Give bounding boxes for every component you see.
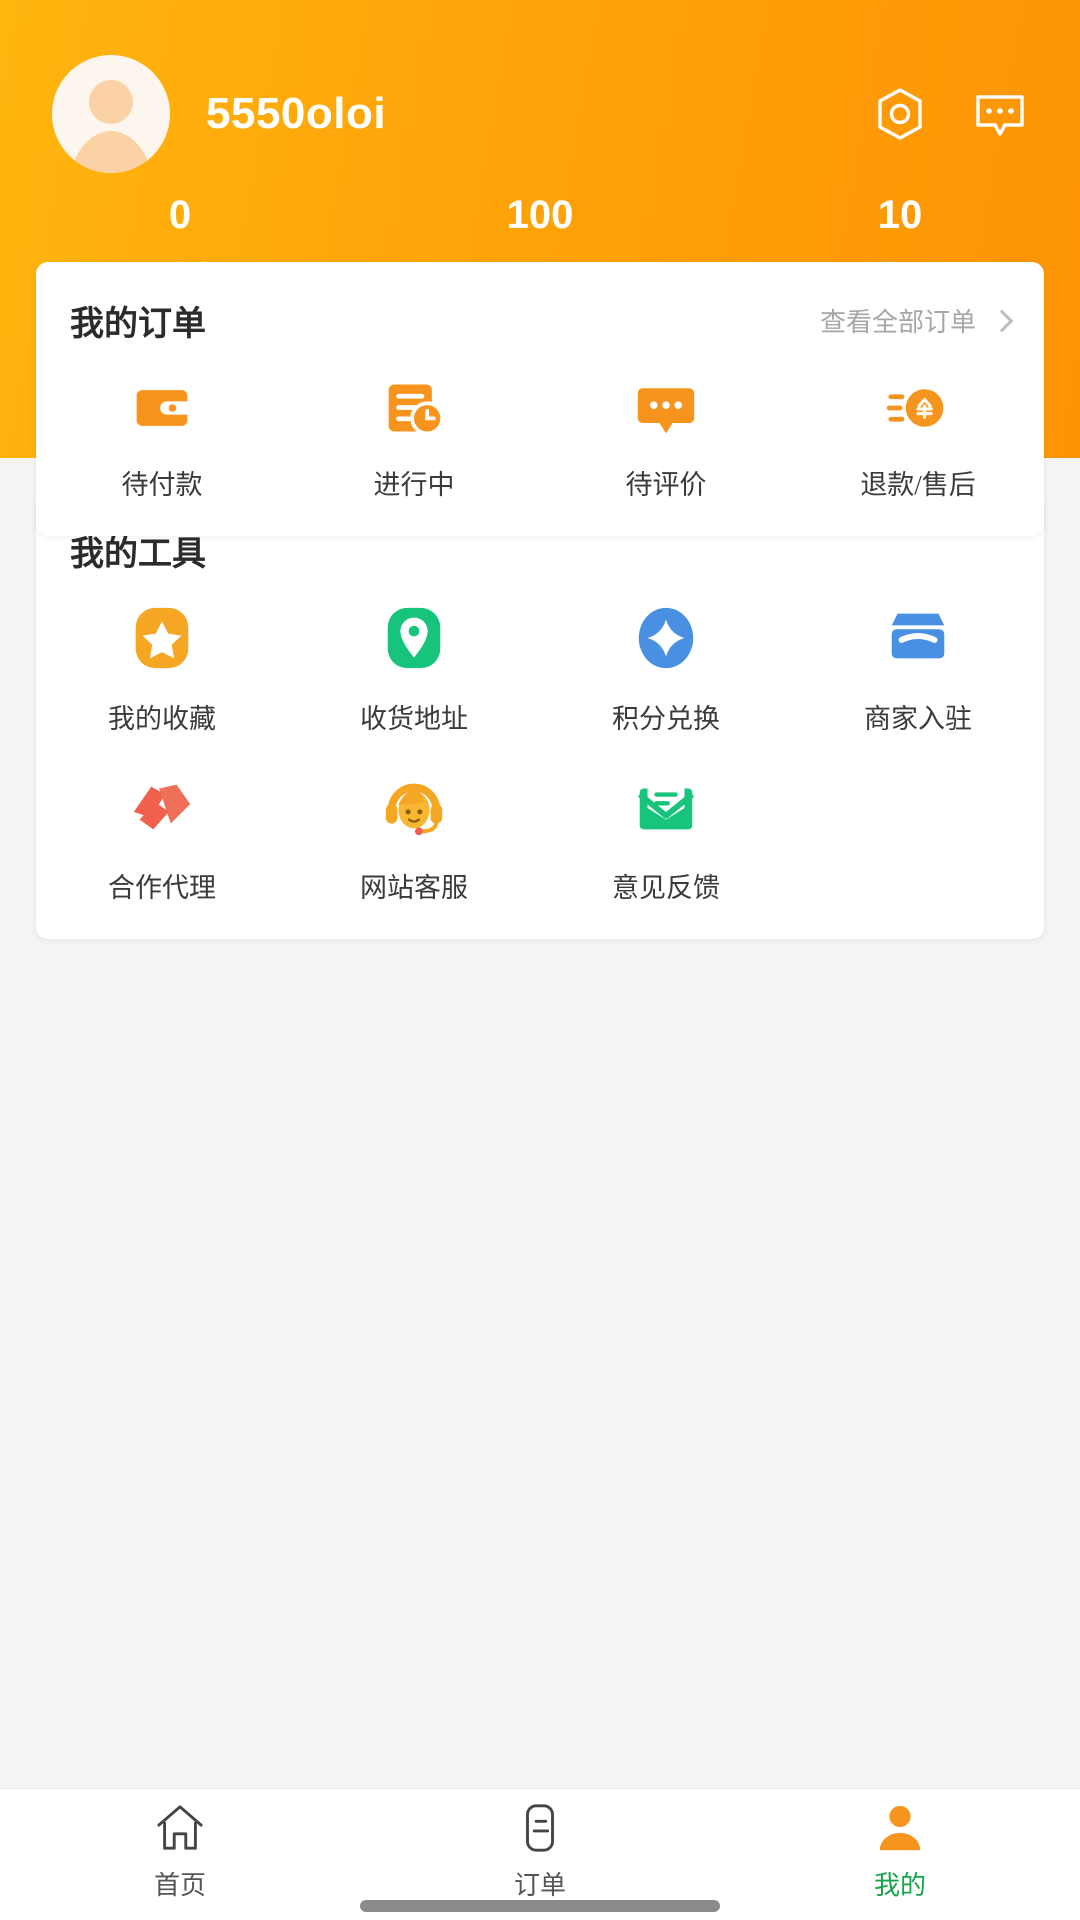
shop-icon	[881, 601, 955, 675]
tab-label: 订单	[514, 1865, 566, 1902]
avatar-body-shape	[68, 131, 154, 173]
avatar[interactable]	[52, 55, 170, 173]
tool-item-feedback[interactable]: 意见反馈	[540, 770, 792, 905]
message-bubble-icon[interactable]	[972, 86, 1028, 142]
header-top-row: 5550oloi	[0, 0, 1080, 180]
tool-item-points-exchange[interactable]: 积分兑换	[540, 601, 792, 736]
order-item-in-progress[interactable]: 进行中	[288, 375, 540, 502]
tool-item-customer-service[interactable]: 网站客服	[288, 770, 540, 905]
tool-item-label: 商家入驻	[864, 697, 972, 736]
orders-grid: 待付款 进行中	[36, 345, 1044, 502]
orders-card-header: 我的订单 查看全部订单	[36, 262, 1044, 345]
tab-label: 我的	[874, 1865, 926, 1902]
tab-home[interactable]: 首页	[0, 1789, 360, 1920]
header-actions	[872, 86, 1028, 142]
envelope-icon	[629, 770, 703, 844]
stat-value: 10	[720, 190, 1080, 240]
view-all-orders-link[interactable]: 查看全部订单	[820, 302, 1010, 339]
orders-card: 我的订单 查看全部订单 待付款	[36, 262, 1044, 536]
wallet-icon	[129, 375, 195, 441]
tool-item-favorites[interactable]: 我的收藏	[36, 601, 288, 736]
bottom-tabbar: 首页 订单 我的	[0, 1788, 1080, 1920]
tool-item-merchant-join[interactable]: 商家入驻	[792, 601, 1044, 736]
order-item-refund[interactable]: 退款/售后	[792, 375, 1044, 502]
stat-value: 100	[360, 190, 720, 240]
content-spacer	[0, 939, 1080, 1788]
tools-row-1: 我的收藏 收货地址	[36, 575, 1044, 736]
comment-dots-icon	[633, 375, 699, 441]
settings-hexagon-icon[interactable]	[872, 86, 928, 142]
profile-header: 5550oloi	[0, 0, 1080, 458]
chevron-right-icon	[991, 309, 1014, 332]
view-all-orders-label: 查看全部订单	[820, 302, 976, 339]
order-item-label: 退款/售后	[860, 463, 976, 502]
tool-item-label: 我的收藏	[108, 697, 216, 736]
handshake-icon	[125, 770, 199, 844]
headset-icon	[377, 770, 451, 844]
doc-clock-icon	[381, 375, 447, 441]
tools-row-2: 合作代理 网站	[36, 736, 1044, 905]
tool-item-label: 网站客服	[360, 866, 468, 905]
tool-item-label: 意见反馈	[612, 866, 720, 905]
order-item-label: 待付款	[122, 463, 203, 502]
order-item-unpaid[interactable]: 待付款	[36, 375, 288, 502]
tool-item-address[interactable]: 收货地址	[288, 601, 540, 736]
tool-item-agency[interactable]: 合作代理	[36, 770, 288, 905]
refund-yuan-icon	[885, 375, 951, 441]
star-icon	[125, 601, 199, 675]
home-icon	[153, 1801, 207, 1855]
tool-item-label: 积分兑换	[612, 697, 720, 736]
stat-value: 0	[0, 190, 360, 240]
order-item-label: 待评价	[626, 463, 707, 502]
tab-profile[interactable]: 我的	[720, 1789, 1080, 1920]
location-pin-icon	[377, 601, 451, 675]
home-indicator	[360, 1900, 720, 1912]
order-item-label: 进行中	[374, 463, 455, 502]
avatar-head-shape	[89, 80, 133, 124]
tool-item-placeholder	[792, 770, 1044, 905]
tool-item-label: 收货地址	[360, 697, 468, 736]
diamond-icon	[629, 601, 703, 675]
username: 5550oloi	[206, 89, 386, 139]
tab-label: 首页	[154, 1865, 206, 1902]
profile-screen: 5550oloi	[0, 0, 1080, 1920]
tools-card: 我的工具 我的收藏	[36, 492, 1044, 939]
person-icon	[873, 1801, 927, 1855]
order-doc-icon	[513, 1801, 567, 1855]
order-item-to-review[interactable]: 待评价	[540, 375, 792, 502]
tool-item-label: 合作代理	[108, 866, 216, 905]
orders-title: 我的订单	[70, 296, 206, 345]
